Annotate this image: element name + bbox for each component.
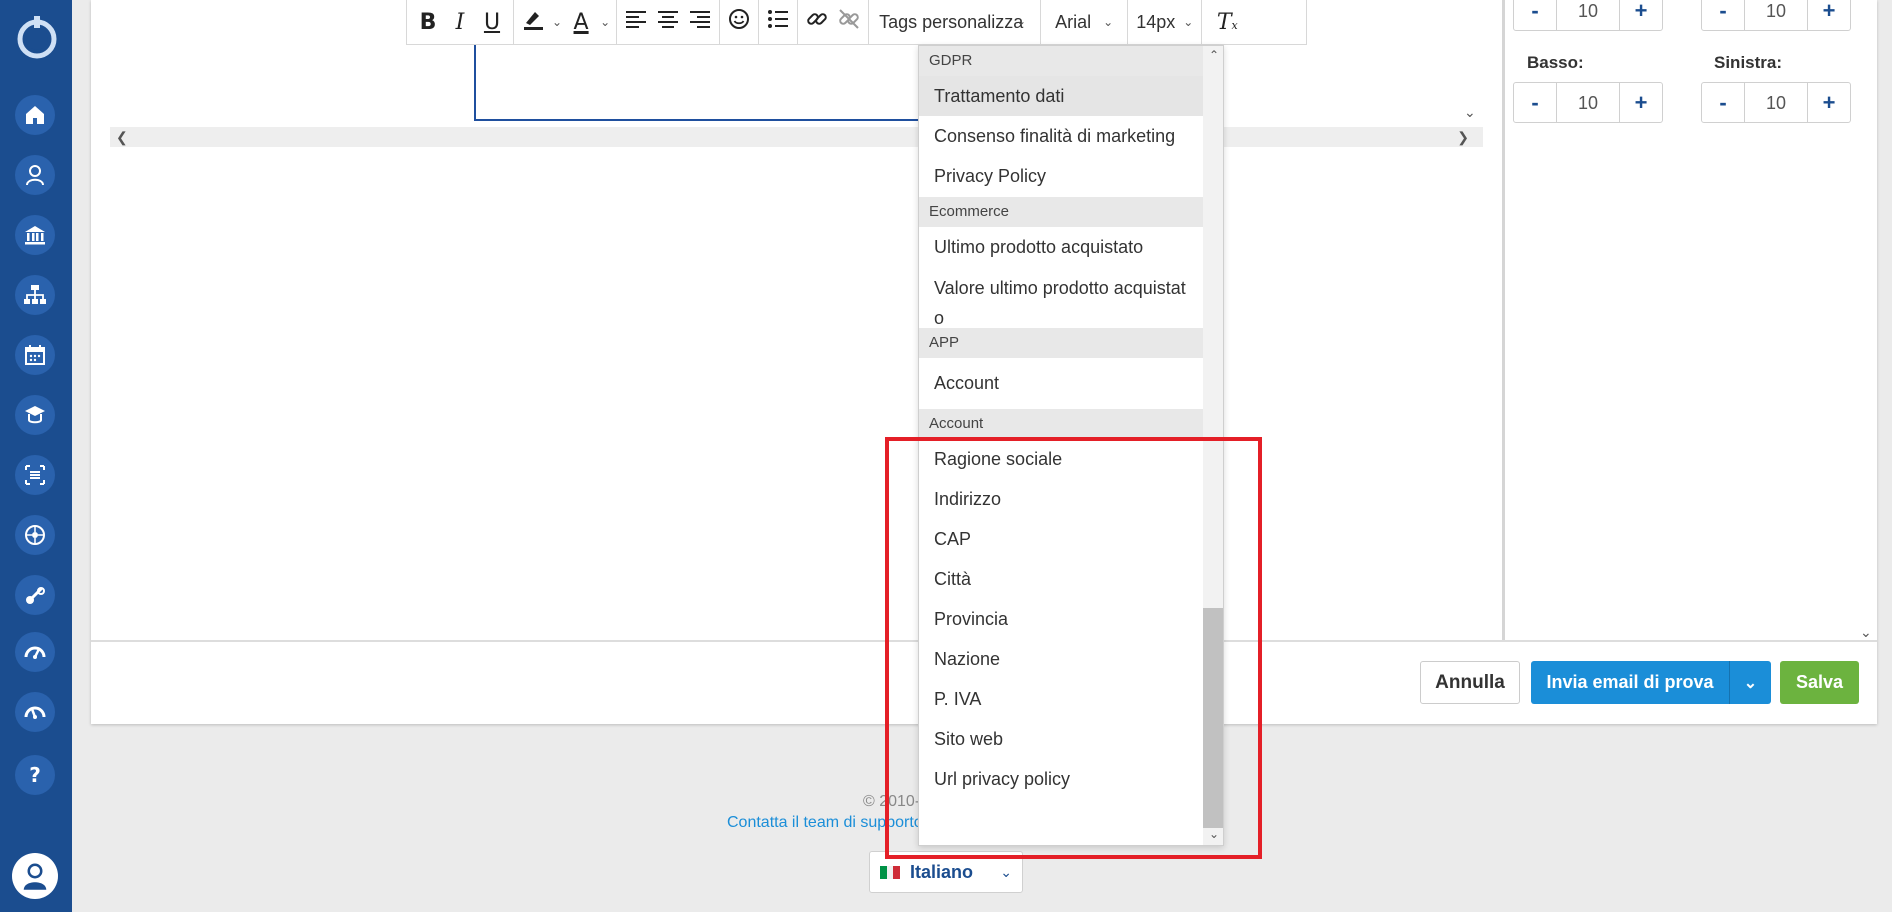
user-icon[interactable] bbox=[15, 155, 55, 195]
list-item[interactable]: Trattamento dati bbox=[919, 76, 1205, 116]
panel-scroll-down-icon[interactable]: ⌄ bbox=[1860, 624, 1872, 641]
margin-left-stepper[interactable]: - 10 + bbox=[1701, 82, 1851, 123]
decrement-button[interactable]: - bbox=[1702, 90, 1744, 116]
scroll-right-icon[interactable]: ❯ bbox=[1457, 129, 1469, 146]
italic-icon[interactable]: I bbox=[447, 10, 473, 35]
horizontal-scrollbar[interactable]: ❮ ❯ bbox=[110, 127, 1483, 147]
sidebar: ? bbox=[0, 0, 72, 912]
highlight-color-icon[interactable] bbox=[520, 7, 546, 37]
send-test-email-label: Invia email di prova bbox=[1546, 672, 1714, 692]
font-family-select[interactable]: Arial ⌄ bbox=[1041, 0, 1129, 44]
font-family-value: Arial bbox=[1055, 11, 1092, 32]
graduation-icon[interactable] bbox=[15, 395, 55, 435]
chevron-down-icon: ⌄ bbox=[1000, 863, 1012, 880]
emoji-icon[interactable] bbox=[726, 8, 752, 36]
font-size-value: 14px bbox=[1136, 11, 1176, 32]
svg-text:?: ? bbox=[29, 763, 41, 787]
italy-flag-icon bbox=[880, 865, 901, 879]
highlight-box bbox=[885, 437, 1262, 859]
decrement-button[interactable]: - bbox=[1702, 0, 1744, 24]
bold-icon[interactable]: B bbox=[415, 10, 441, 35]
chevron-down-icon: ⌄ bbox=[1103, 15, 1114, 29]
increment-button[interactable]: + bbox=[1808, 90, 1850, 116]
cancel-button[interactable]: Annulla bbox=[1420, 661, 1520, 704]
increment-button[interactable]: + bbox=[1620, 90, 1662, 116]
avatar[interactable] bbox=[12, 853, 58, 899]
align-center-icon[interactable] bbox=[655, 9, 681, 35]
editor-toolbar: B I U ⌄ A ⌄ Tags personalizza ⌄ Arial ⌄ … bbox=[406, 0, 1307, 45]
margin-right-value[interactable]: 10 bbox=[1744, 0, 1808, 30]
increment-button[interactable]: + bbox=[1808, 0, 1850, 24]
send-test-email-button[interactable]: Invia email di prova ⌄ bbox=[1531, 661, 1771, 704]
unlink-icon[interactable] bbox=[836, 8, 862, 36]
tools-icon[interactable] bbox=[15, 575, 55, 615]
group-header-gdpr: GDPR bbox=[919, 46, 1205, 76]
text-color-dropdown-icon[interactable]: ⌄ bbox=[600, 15, 610, 29]
align-left-icon[interactable] bbox=[623, 9, 649, 35]
network-icon[interactable] bbox=[15, 515, 55, 555]
gauge-icon[interactable] bbox=[15, 632, 55, 672]
underline-icon[interactable]: U bbox=[479, 10, 505, 35]
group-header-account: Account bbox=[919, 409, 1205, 439]
gauge-alt-icon[interactable] bbox=[15, 692, 55, 732]
list-item[interactable]: Consenso finalità di marketing bbox=[919, 116, 1205, 156]
list-item[interactable]: Ultimo prodotto acquistato bbox=[919, 227, 1205, 267]
list-item[interactable]: Privacy Policy bbox=[919, 156, 1205, 196]
text-color-icon[interactable]: A bbox=[568, 10, 594, 35]
help-icon[interactable]: ? bbox=[15, 755, 55, 795]
home-icon[interactable] bbox=[15, 95, 55, 135]
tags-select-label: Tags personalizza bbox=[879, 12, 1024, 32]
panel-divider bbox=[1502, 0, 1505, 640]
margin-top-value[interactable]: 10 bbox=[1556, 0, 1620, 30]
org-chart-icon[interactable] bbox=[15, 275, 55, 315]
decrement-button[interactable]: - bbox=[1514, 0, 1556, 24]
margin-top-stepper[interactable]: - 10 + bbox=[1513, 0, 1663, 31]
list-icon[interactable] bbox=[15, 455, 55, 495]
save-button[interactable]: Salva bbox=[1780, 661, 1859, 704]
scroll-up-icon[interactable]: ⌃ bbox=[1209, 48, 1219, 62]
list-item[interactable]: Valore ultimo prodotto acquistat o bbox=[919, 267, 1205, 328]
text-editor-area[interactable] bbox=[474, 44, 920, 121]
margin-bottom-stepper[interactable]: - 10 + bbox=[1513, 82, 1663, 123]
margin-right-stepper[interactable]: - 10 + bbox=[1701, 0, 1851, 31]
group-header-app: APP bbox=[919, 328, 1205, 358]
scroll-left-icon[interactable]: ❮ bbox=[116, 129, 128, 146]
clear-format-icon[interactable]: Tx bbox=[1214, 10, 1240, 35]
font-size-select[interactable]: 14px ⌄ bbox=[1128, 0, 1203, 44]
align-right-icon[interactable] bbox=[687, 9, 713, 35]
link-icon[interactable] bbox=[804, 8, 830, 36]
margin-bottom-label: Basso: bbox=[1527, 53, 1584, 72]
highlight-dropdown-icon[interactable]: ⌄ bbox=[552, 15, 562, 29]
editor-scroll-down-icon[interactable]: ⌄ bbox=[1464, 104, 1476, 121]
app-logo-icon[interactable] bbox=[12, 12, 62, 62]
group-header-ecommerce: Ecommerce bbox=[919, 197, 1205, 227]
calendar-icon[interactable] bbox=[15, 335, 55, 375]
send-options-chevron-icon[interactable]: ⌄ bbox=[1729, 661, 1771, 704]
tags-select[interactable]: Tags personalizza ⌄ bbox=[869, 0, 1042, 44]
language-label: Italiano bbox=[910, 861, 974, 882]
margin-left-value[interactable]: 10 bbox=[1744, 83, 1808, 122]
chevron-down-icon: ⌄ bbox=[1016, 14, 1027, 28]
margin-bottom-value[interactable]: 10 bbox=[1556, 83, 1620, 122]
margin-left-label: Sinistra: bbox=[1714, 53, 1783, 72]
decrement-button[interactable]: - bbox=[1514, 90, 1556, 116]
list-item[interactable]: Account bbox=[919, 358, 1205, 409]
bullet-list-icon[interactable] bbox=[765, 9, 791, 35]
chevron-down-icon: ⌄ bbox=[1183, 15, 1194, 29]
increment-button[interactable]: + bbox=[1620, 0, 1662, 24]
bank-icon[interactable] bbox=[15, 215, 55, 255]
